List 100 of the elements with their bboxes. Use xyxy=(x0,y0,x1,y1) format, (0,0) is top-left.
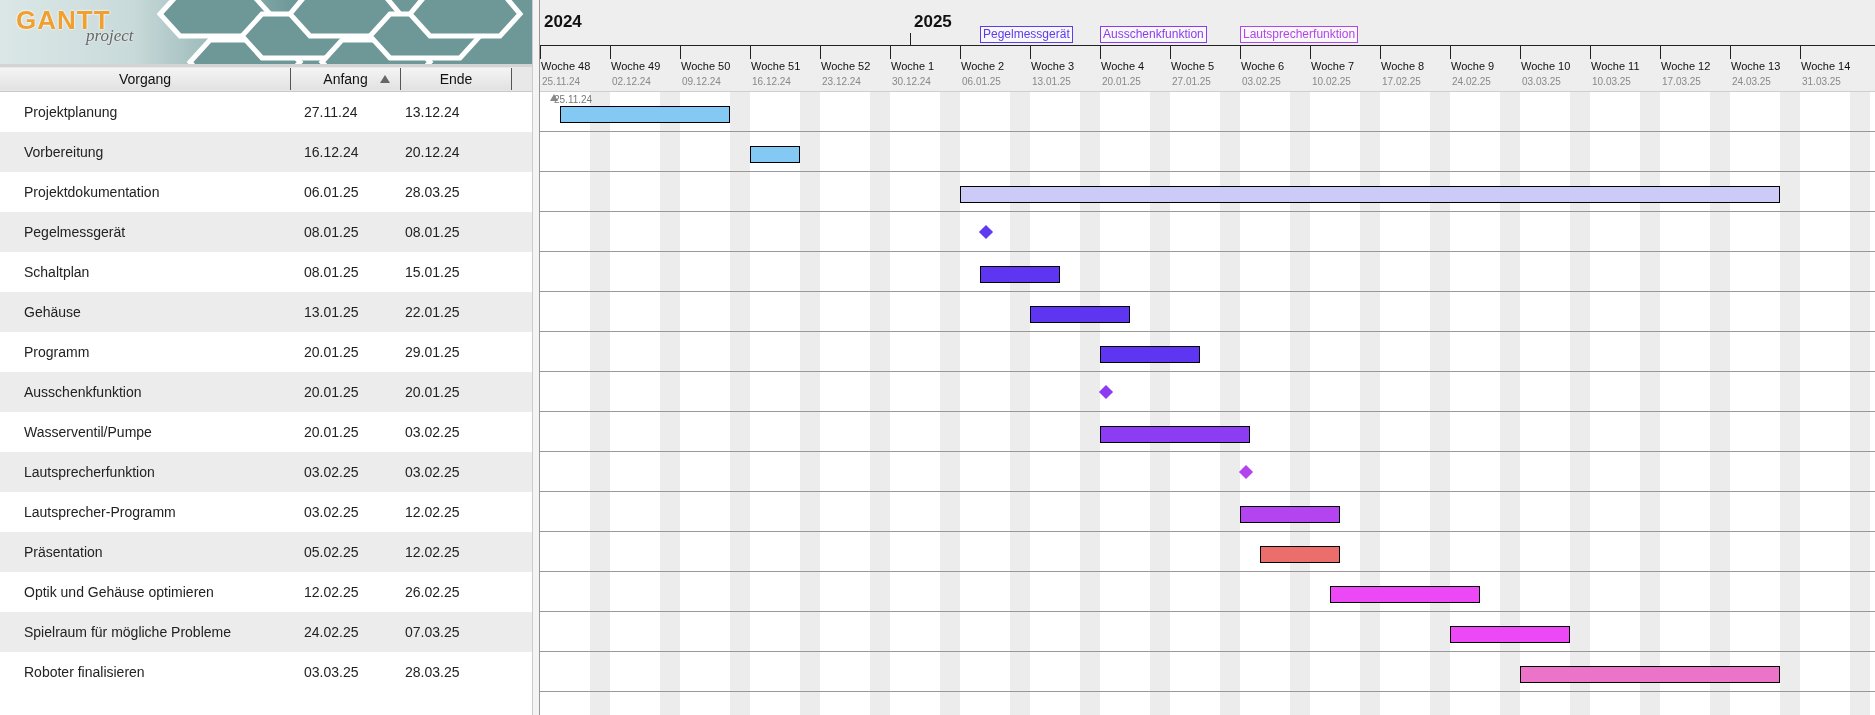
start-date: 05.02.25 xyxy=(303,544,360,560)
start-date: 13.01.25 xyxy=(303,304,360,320)
week-label: Woche 7 xyxy=(1310,60,1356,72)
week-label: Woche 10 xyxy=(1520,60,1572,72)
week-label: Woche 49 xyxy=(610,60,662,72)
week-date: 02.12.24 xyxy=(611,76,652,87)
task-name: Präsentation xyxy=(23,544,104,560)
task-name: Wasserventil/Pumpe xyxy=(23,424,153,440)
table-row[interactable]: Vorbereitung 16.12.24 20.12.24 xyxy=(0,132,532,172)
year-label: 2025 xyxy=(914,12,952,32)
task-name: Projektdokumentation xyxy=(23,184,161,200)
week-label: Woche 52 xyxy=(820,60,872,72)
week-label: Woche 11 xyxy=(1590,60,1641,72)
week-label: Woche 3 xyxy=(1030,60,1076,72)
end-date: 07.03.25 xyxy=(404,624,461,640)
task-name: Projektplanung xyxy=(23,104,119,120)
end-date: 28.03.25 xyxy=(404,664,461,680)
task-bar[interactable] xyxy=(1520,666,1780,683)
week-date: 13.01.25 xyxy=(1031,76,1072,87)
task-name: Pegelmessgerät xyxy=(23,224,127,240)
week-label: Woche 2 xyxy=(960,60,1006,72)
year-label: 2024 xyxy=(544,12,582,32)
milestone-label: Ausschenkfunktion xyxy=(1100,26,1207,43)
week-date: 03.03.25 xyxy=(1521,76,1562,87)
week-date: 10.03.25 xyxy=(1591,76,1632,87)
week-date: 30.12.24 xyxy=(891,76,932,87)
week-date: 24.02.25 xyxy=(1451,76,1492,87)
milestone-label: Lautsprecherfunktion xyxy=(1240,26,1359,43)
table-row[interactable]: Ausschenkfunktion 20.01.25 20.01.25 xyxy=(0,372,532,412)
week-date: 24.03.25 xyxy=(1731,76,1772,87)
task-bar[interactable] xyxy=(1330,586,1480,603)
week-date: 27.01.25 xyxy=(1171,76,1212,87)
start-date: 08.01.25 xyxy=(303,224,360,240)
task-name: Spielraum für mögliche Probleme xyxy=(23,624,232,640)
table-row[interactable]: Pegelmessgerät 08.01.25 08.01.25 xyxy=(0,212,532,252)
milestone-label: Pegelmessgerät xyxy=(980,26,1073,43)
table-row[interactable]: Präsentation 05.02.25 12.02.25 xyxy=(0,532,532,572)
end-date: 13.12.24 xyxy=(404,104,461,120)
task-bar[interactable] xyxy=(560,106,730,123)
week-date: 17.02.25 xyxy=(1381,76,1422,87)
task-bar[interactable] xyxy=(1450,626,1570,643)
task-bar[interactable] xyxy=(1260,546,1340,563)
week-date: 23.12.24 xyxy=(821,76,862,87)
start-date: 12.02.25 xyxy=(303,584,360,600)
end-date: 03.02.25 xyxy=(404,424,461,440)
start-date: 24.02.25 xyxy=(303,624,360,640)
end-date: 08.01.25 xyxy=(404,224,461,240)
week-label: Woche 50 xyxy=(680,60,732,72)
end-date: 28.03.25 xyxy=(404,184,461,200)
week-label: Woche 6 xyxy=(1240,60,1286,72)
end-date: 12.02.25 xyxy=(404,544,461,560)
start-date: 03.02.25 xyxy=(303,464,360,480)
column-header[interactable]: Vorgang xyxy=(0,68,291,90)
table-row[interactable]: Lautsprecherfunktion 03.02.25 03.02.25 xyxy=(0,452,532,492)
task-name: Gehäuse xyxy=(23,304,82,320)
week-date: 17.03.25 xyxy=(1661,76,1702,87)
splitter[interactable] xyxy=(532,0,540,715)
end-date: 20.01.25 xyxy=(404,384,461,400)
task-bar[interactable] xyxy=(960,186,1780,203)
task-name: Programm xyxy=(23,344,91,360)
week-label: Woche 12 xyxy=(1660,60,1712,72)
end-date: 26.02.25 xyxy=(404,584,461,600)
column-header[interactable]: Ende xyxy=(401,68,512,90)
task-name: Vorbereitung xyxy=(23,144,105,160)
week-label: Woche 1 xyxy=(890,60,936,72)
end-date: 20.12.24 xyxy=(404,144,461,160)
start-date: 03.03.25 xyxy=(303,664,360,680)
start-date: 27.11.24 xyxy=(303,104,359,120)
week-date: 16.12.24 xyxy=(751,76,792,87)
end-date: 03.02.25 xyxy=(404,464,461,480)
week-date: 09.12.24 xyxy=(681,76,722,87)
end-date: 15.01.25 xyxy=(404,264,461,280)
week-label: Woche 5 xyxy=(1170,60,1216,72)
end-date: 22.01.25 xyxy=(404,304,461,320)
week-date: 06.01.25 xyxy=(961,76,1002,87)
task-name: Roboter finalisieren xyxy=(23,664,146,680)
table-row[interactable]: Gehäuse 13.01.25 22.01.25 xyxy=(0,292,532,332)
start-date: 20.01.25 xyxy=(303,384,360,400)
task-name: Lautsprecherfunktion xyxy=(23,464,156,480)
task-bar[interactable] xyxy=(750,146,800,163)
week-label: Woche 48 xyxy=(540,60,592,72)
end-date: 12.02.25 xyxy=(404,504,461,520)
start-date: 08.01.25 xyxy=(303,264,360,280)
week-date: 31.03.25 xyxy=(1801,76,1842,87)
week-date: 25.11.24 xyxy=(541,76,582,87)
task-name: Schaltplan xyxy=(23,264,91,280)
start-date: 06.01.25 xyxy=(303,184,360,200)
week-label: Woche 8 xyxy=(1380,60,1426,72)
week-label: Woche 4 xyxy=(1100,60,1146,72)
column-header[interactable]: Anfang xyxy=(291,68,401,90)
table-row[interactable]: Spielraum für mögliche Probleme 24.02.25 07.03.25 xyxy=(0,612,532,652)
start-date: 20.01.25 xyxy=(303,344,360,360)
week-date: 20.01.25 xyxy=(1101,76,1142,87)
week-label: Woche 13 xyxy=(1730,60,1782,72)
week-label: Woche 14 xyxy=(1800,60,1852,72)
week-label: Woche 51 xyxy=(750,60,802,72)
end-date: 29.01.25 xyxy=(404,344,461,360)
start-date: 20.01.25 xyxy=(303,424,360,440)
week-label: Woche 9 xyxy=(1450,60,1496,72)
start-date: 03.02.25 xyxy=(303,504,360,520)
